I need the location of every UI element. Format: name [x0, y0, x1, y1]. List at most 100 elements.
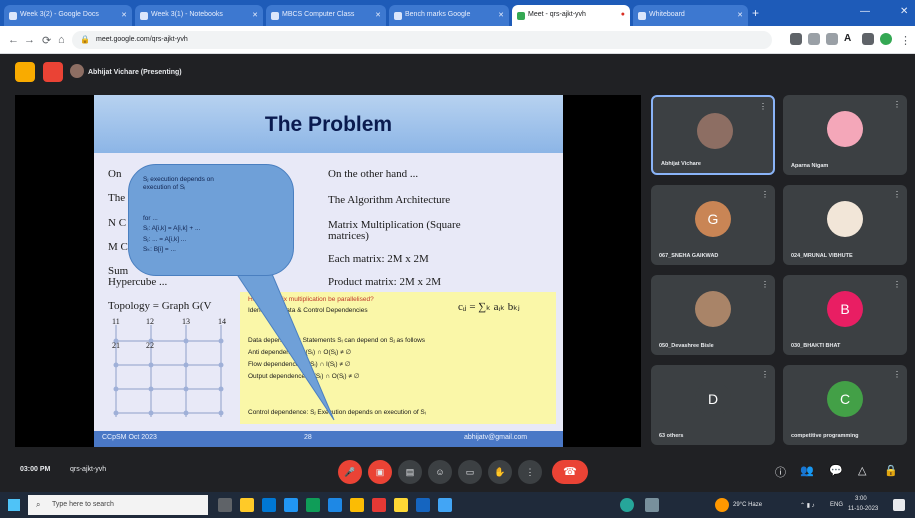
tray-icons[interactable]: ⌃ ▮ ♪ — [800, 502, 815, 509]
browser-tab[interactable]: Whiteboard ✕ — [633, 5, 748, 26]
participant-tile[interactable]: C ⋮ competitive programming — [783, 365, 907, 445]
info-icon[interactable]: ⓘ — [775, 464, 786, 480]
tile-menu-icon[interactable]: ⋮ — [761, 280, 769, 289]
participant-tile[interactable]: ⋮ Aparna Nigam — [783, 95, 907, 175]
node-label: 12 — [146, 317, 154, 326]
presented-slide: The Problem On The N C M C Sum Hypercube… — [94, 95, 563, 447]
url-text: meet.google.com/qrs-ajkt-yvh — [96, 36, 188, 43]
chat-icon[interactable]: 💬 — [829, 464, 843, 477]
profile-avatar[interactable]: A — [844, 33, 856, 45]
callout-text: Sᵢ: A[i,k] = A[i,k] + ... — [143, 225, 201, 232]
emoji-icon[interactable]: ☺ — [428, 460, 452, 484]
participant-tile[interactable]: B ⋮ 030_BHAKTI BHAT — [783, 275, 907, 355]
app-icon[interactable] — [328, 498, 342, 512]
camera-off-icon[interactable]: ▣ — [368, 460, 392, 484]
task-view-icon[interactable] — [218, 498, 232, 512]
browser-tab[interactable]: MBCS Computer Class ✕ — [266, 5, 386, 26]
back-icon[interactable]: ← — [8, 34, 19, 46]
tile-menu-icon[interactable]: ⋮ — [761, 190, 769, 199]
tile-menu-icon[interactable]: ⋮ — [759, 102, 767, 111]
slide-footer: CCpSM Oct 2023 28 abhijatv@gmail.com — [94, 431, 563, 447]
forward-icon[interactable]: → — [24, 34, 35, 46]
tile-menu-icon[interactable]: ⋮ — [761, 370, 769, 379]
close-icon[interactable]: ✕ — [121, 11, 127, 19]
edge-icon[interactable] — [262, 498, 276, 512]
app-icon[interactable] — [438, 498, 452, 512]
close-icon[interactable]: ✕ — [252, 11, 258, 19]
participant-tile[interactable]: ⋮ 024_MRUNAL VIBHUTE — [783, 185, 907, 265]
mail-icon[interactable] — [306, 498, 320, 512]
close-icon[interactable]: ✕ — [737, 11, 743, 19]
browser-tab-active[interactable]: Meet - qrs-ajkt-yvh ● — [512, 5, 630, 26]
doc-icon — [394, 12, 402, 20]
close-icon[interactable]: ✕ — [375, 11, 381, 19]
browser-tab-strip: Week 3(2) - Google Docs ✕ Week 3(1) - Not… — [0, 0, 915, 26]
camera-icon[interactable] — [790, 33, 802, 45]
presenter-label: Abhijat Vichare (Presenting) — [88, 69, 182, 76]
lock-icon[interactable]: 🔒 — [884, 464, 898, 477]
presentation-icon[interactable] — [15, 62, 35, 82]
pen-icon[interactable] — [645, 498, 659, 512]
file-explorer-icon[interactable] — [240, 498, 254, 512]
node-label: 13 — [182, 317, 190, 326]
browser-tab[interactable]: Week 3(1) - Notebooks ✕ — [135, 5, 263, 26]
app-icon[interactable] — [372, 498, 386, 512]
menu-icon[interactable]: ⋮ — [900, 34, 911, 47]
browser-tab[interactable]: Week 3(2) - Google Docs ✕ — [4, 5, 132, 26]
end-call-button[interactable]: ☎ — [552, 460, 588, 484]
notification-icon[interactable] — [893, 499, 905, 511]
callout-text: Sⱼ: ... = A[i,k] ... — [143, 236, 187, 243]
language-indicator[interactable]: ENG — [830, 502, 843, 508]
minimize-button[interactable]: — — [860, 6, 870, 17]
windows-start-icon[interactable] — [8, 499, 20, 511]
word-icon[interactable] — [416, 498, 430, 512]
avatar: G — [695, 201, 731, 237]
raise-hand-icon[interactable]: ✋ — [488, 460, 512, 484]
store-icon[interactable] — [284, 498, 298, 512]
recording-icon: ● — [620, 11, 625, 18]
tile-menu-icon[interactable]: ⋮ — [893, 100, 901, 109]
captions-icon[interactable]: ▤ — [398, 460, 422, 484]
window-close-button[interactable]: ✕ — [900, 6, 908, 17]
tab-label: Whiteboard — [649, 11, 685, 18]
close-icon[interactable]: ✕ — [498, 11, 504, 19]
tile-menu-icon[interactable]: ⋮ — [893, 280, 901, 289]
more-options-icon[interactable]: ⋮ — [518, 460, 542, 484]
participant-name: Aparna Nigam — [791, 163, 829, 169]
browser-tab[interactable]: Bench marks Google ✕ — [389, 5, 509, 26]
participant-tile[interactable]: ⋮ 050_Devashree Bisle — [651, 275, 775, 355]
callout-text: Sₖ: B[i] = ... — [143, 246, 176, 253]
grid-icon[interactable] — [862, 33, 874, 45]
app-icon[interactable] — [620, 498, 634, 512]
participant-tile[interactable]: ⋮ Abhijat Vichare — [651, 95, 775, 175]
new-tab-button[interactable]: + — [752, 6, 759, 20]
stop-present-icon[interactable] — [43, 62, 63, 82]
clock-time[interactable]: 3:00 — [855, 496, 867, 502]
footer-email: abhijatv@gmail.com — [464, 434, 528, 441]
callout-text: for ... — [143, 215, 158, 222]
participant-tile[interactable]: G ⋮ 067_SNEHA GAIKWAD — [651, 185, 775, 265]
activities-icon[interactable]: △ — [858, 464, 866, 477]
participant-tile[interactable]: D ⋮ 63 others — [651, 365, 775, 445]
chrome-icon[interactable] — [350, 498, 364, 512]
meeting-controls-bar: 03:00 PM qrs-ajkt-yvh 🎤 ▣ ▤ ☺ ▭ ✋ ⋮ ☎ ⓘ … — [0, 452, 915, 492]
url-field[interactable]: 🔒 meet.google.com/qrs-ajkt-yvh — [72, 31, 772, 49]
slide-header: The Problem — [94, 95, 563, 153]
clock-date[interactable]: 11-10-2023 — [848, 506, 878, 512]
mic-off-icon[interactable]: 🎤 — [338, 460, 362, 484]
search-placeholder: Type here to search — [52, 501, 114, 508]
tab-label: Week 3(2) - Google Docs — [20, 11, 99, 18]
taskbar-search[interactable]: ⌕ Type here to search — [28, 495, 208, 515]
notes-icon[interactable] — [394, 498, 408, 512]
participant-name: competitive programming — [791, 433, 859, 439]
star-icon[interactable] — [808, 33, 820, 45]
slide-text: Topology = Graph G(V — [108, 300, 212, 312]
tile-menu-icon[interactable]: ⋮ — [893, 370, 901, 379]
present-icon[interactable]: ▭ — [458, 460, 482, 484]
extension-icon[interactable] — [826, 33, 838, 45]
tile-menu-icon[interactable]: ⋮ — [893, 190, 901, 199]
home-icon[interactable]: ⌂ — [58, 34, 65, 46]
people-icon[interactable]: 👥 — [800, 464, 814, 477]
callout-text: execution of Sᵢ — [143, 184, 186, 191]
reload-icon[interactable]: ⟳ — [42, 34, 51, 47]
